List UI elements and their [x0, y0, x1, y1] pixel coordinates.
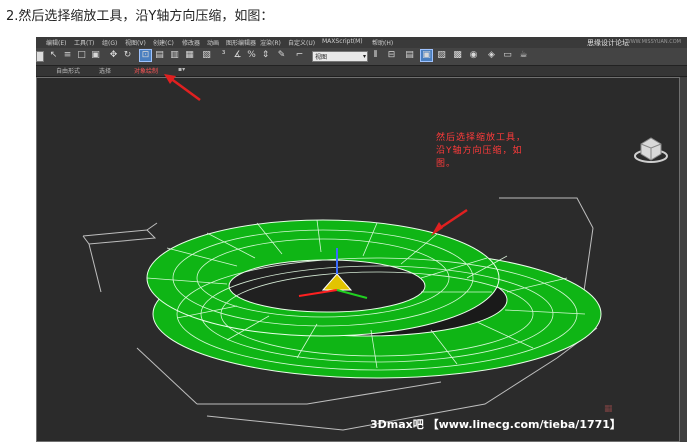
caption-text: 2.然后选择缩放工具，沿Y轴方向压缩，如图： — [6, 9, 274, 24]
perspective-viewport[interactable] — [36, 77, 680, 442]
menu-help[interactable]: 帮助(H) — [372, 38, 393, 47]
select-by-name-icon[interactable]: ≡ — [62, 50, 73, 61]
menu-modifiers[interactable]: 修改器 — [182, 38, 200, 47]
annotation-arrow-icon — [431, 208, 468, 236]
snap-3-icon[interactable]: ³ — [218, 50, 229, 61]
menu-customize[interactable]: 自定义(U) — [288, 38, 315, 47]
select-object-icon[interactable]: ↖ — [48, 50, 59, 61]
curve-editor-icon[interactable]: ▨ — [436, 50, 447, 61]
align-icon[interactable]: ⊟ — [386, 50, 397, 61]
window-crossing-icon[interactable]: ▣ — [90, 50, 101, 61]
edit-named-icon[interactable]: ⌐ — [294, 50, 305, 61]
render-icon[interactable]: ☕ — [518, 50, 529, 61]
pivot-icon[interactable]: ▥ — [169, 50, 180, 61]
menu-animation[interactable]: 动画 — [207, 38, 219, 47]
schematic-view-icon[interactable]: ▩ — [452, 50, 463, 61]
viewport-scene — [82, 137, 668, 431]
main-toolbar: ↖ ≡ □ ▣ ✥ ↻ ⊡ ▤ ▥ ▦ ▧ ³ ∡ % ⇕ ✎ ⌐ 视图 ▾ ⫴… — [36, 48, 687, 66]
viewcube-icon[interactable] — [634, 137, 668, 163]
move-icon[interactable]: ✥ — [108, 50, 119, 61]
ribbon-tab-object-paint[interactable]: 对象绘制 — [134, 66, 158, 75]
chevron-down-icon: ▾ — [362, 53, 366, 60]
toolbar-arrow-icon — [164, 74, 201, 102]
menu-create[interactable]: 创建(C) — [153, 38, 174, 47]
torus-upper — [146, 219, 500, 337]
select-manipulate-icon[interactable]: ▦ — [184, 50, 195, 61]
spinner-snap-icon[interactable]: ⇕ — [260, 50, 271, 61]
ribbon-tab-selection[interactable]: 选择 — [99, 66, 111, 75]
scale-tool-icon[interactable]: ⊡ — [139, 49, 152, 62]
menu-tools[interactable]: 工具(T) — [74, 38, 94, 47]
menu-views[interactable]: 视图(V) — [125, 38, 146, 47]
keyboard-shortcut-icon[interactable]: ▧ — [201, 50, 212, 61]
menu-graph-editors[interactable]: 图形编辑器 — [226, 38, 256, 47]
menu-edit[interactable]: 编辑(E) — [46, 38, 66, 47]
render-setup-icon[interactable]: ◈ — [486, 50, 497, 61]
render-frame-icon[interactable]: ▭ — [502, 50, 513, 61]
view-dropdown[interactable]: 视图 ▾ — [312, 51, 368, 62]
mirror-icon[interactable]: ⫴ — [370, 50, 381, 61]
stamp-logo-icon: ▦ — [604, 404, 613, 414]
selection-filter[interactable] — [36, 51, 44, 62]
percent-snap-icon[interactable]: % — [246, 50, 257, 61]
angle-snap-icon[interactable]: ∡ — [232, 50, 243, 61]
layer-manager-icon[interactable]: ▤ — [404, 50, 415, 61]
viewport-scrollbar[interactable] — [680, 77, 687, 442]
named-selection-icon[interactable]: ✎ — [276, 50, 287, 61]
material-editor-icon[interactable]: ◉ — [468, 50, 479, 61]
3dsmax-window: 编辑(E) 工具(T) 组(G) 视图(V) 创建(C) 修改器 动画 图形编辑… — [36, 37, 687, 442]
ribbon-tabs: 自由形式 选择 对象绘制 ▪▾ — [36, 66, 687, 77]
brand-logo-text: 思缘设计论坛 — [587, 39, 629, 47]
annotation-text: 然后选择缩放工具，沿Y轴方向压缩，如图。 — [436, 133, 527, 169]
menu-group[interactable]: 组(G) — [102, 38, 117, 47]
ribbon-tab-freeform[interactable]: 自由形式 — [56, 66, 80, 75]
rotate-icon[interactable]: ↻ — [122, 50, 133, 61]
brand-url: WWW.MISSYUAN.COM — [625, 39, 681, 45]
rect-selection-icon[interactable]: □ — [76, 50, 87, 61]
menu-rendering[interactable]: 渲染(R) — [260, 38, 281, 47]
watermark-text: 3Dmax吧 【www.linecg.com/tieba/1771】 — [370, 418, 621, 431]
reference-coord-icon[interactable]: ▤ — [154, 50, 165, 61]
menu-maxscript[interactable]: MAXScript(M) — [322, 38, 363, 45]
graphite-tools-icon[interactable]: ▣ — [420, 49, 433, 62]
